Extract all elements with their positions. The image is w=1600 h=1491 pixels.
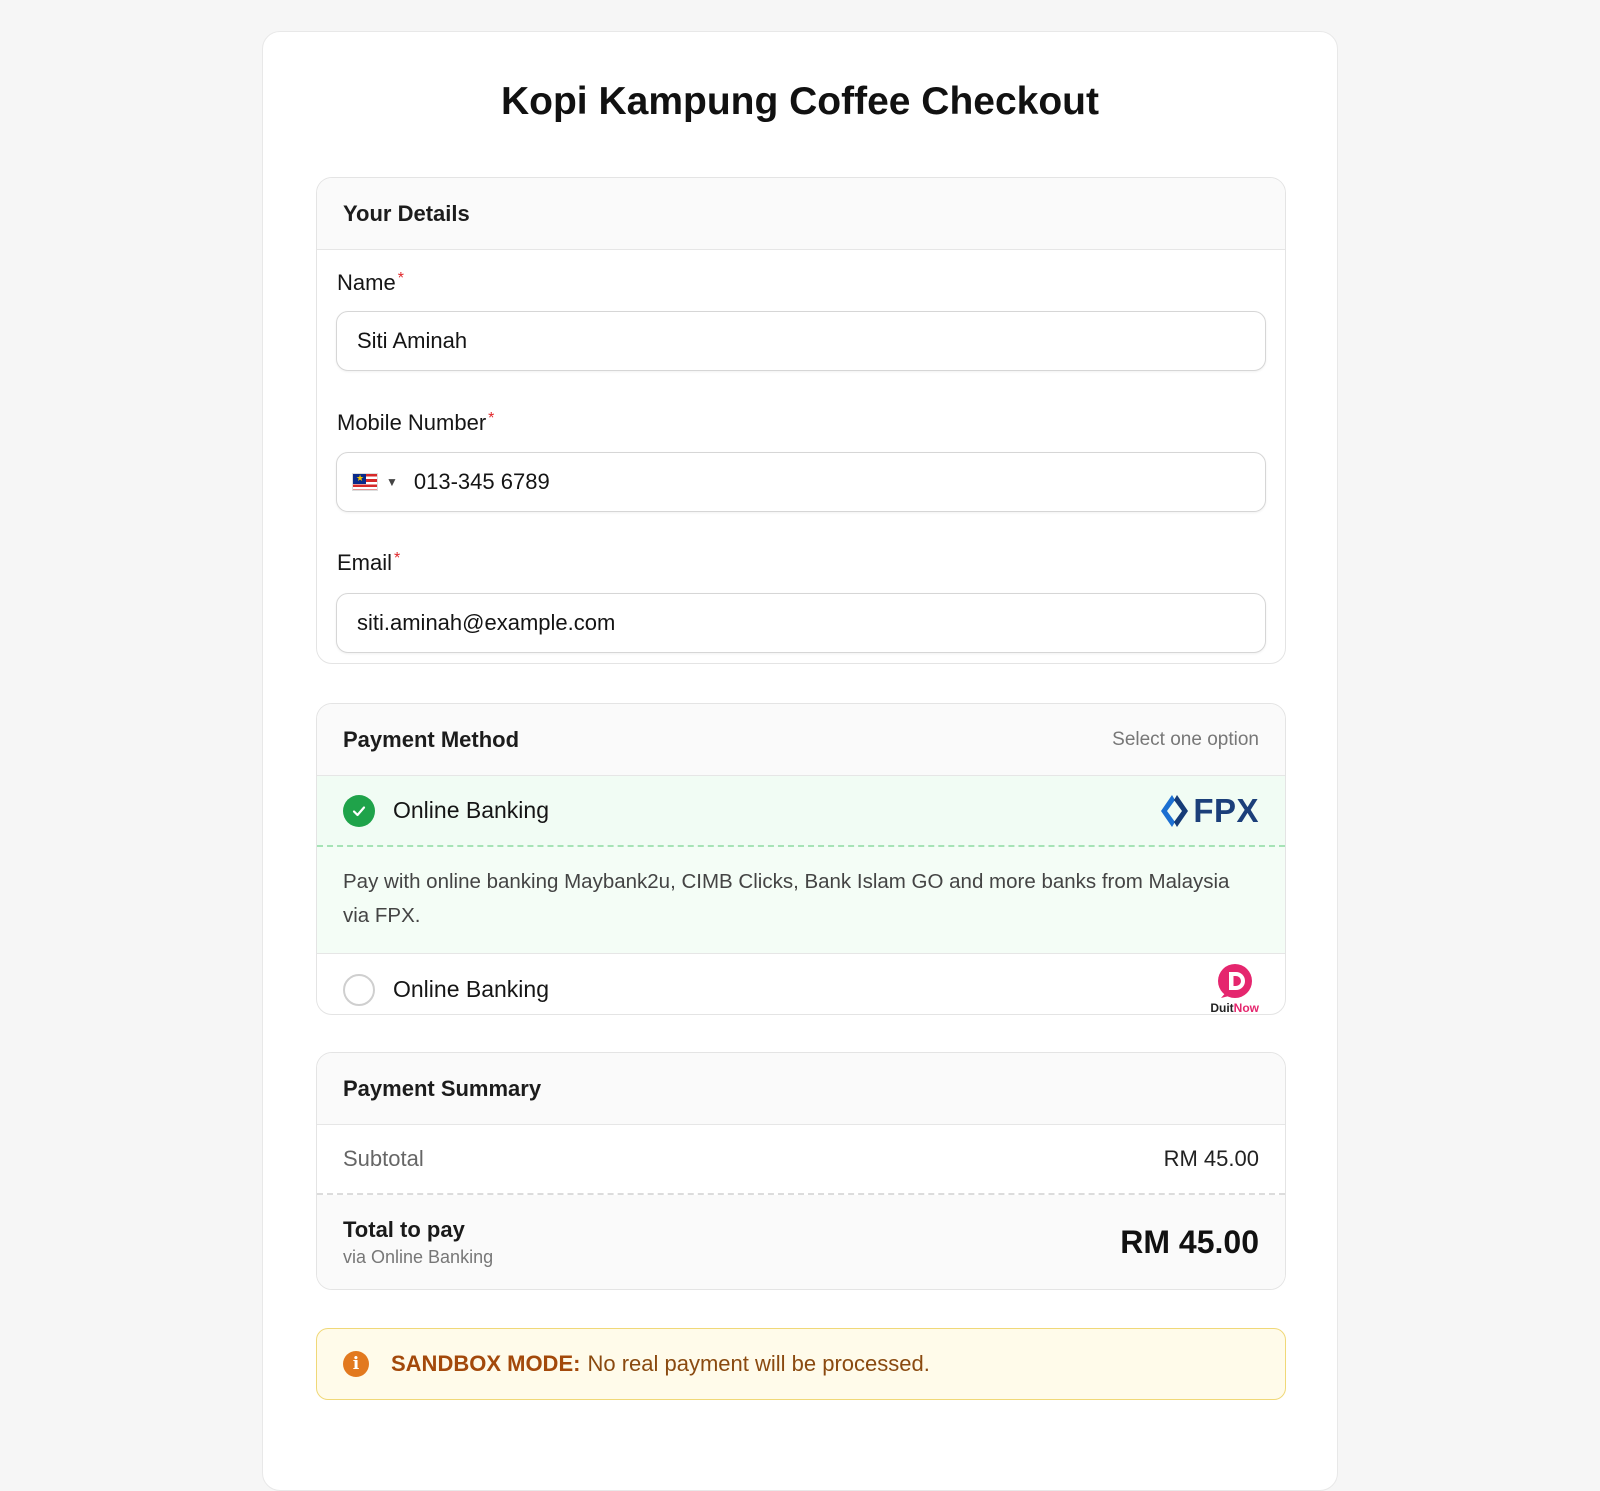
payment-section: Payment Method Select one option Online … (316, 703, 1286, 1015)
page-title: Kopi Kampung Coffee Checkout (500, 80, 1099, 123)
duitnow-logo-icon: DuitNow (1210, 962, 1259, 1015)
checkout-card: Kopi Kampung Coffee Checkout Your Detail… (262, 31, 1338, 1491)
details-header: Your Details (317, 178, 1285, 250)
summary-section: Payment Summary Subtotal RM 45.00 Total … (316, 1052, 1286, 1290)
payment-title: Payment Method (343, 726, 520, 752)
subtotal-value: RM 45.00 (1163, 1146, 1259, 1171)
summary-header: Payment Summary (317, 1053, 1285, 1125)
fpx-description: Pay with online banking Maybank2u, CIMB … (317, 847, 1285, 954)
total-row: Total to pay via Online Banking RM 45.00 (317, 1195, 1285, 1289)
payment-header: Payment Method Select one option (317, 704, 1285, 776)
summary-title: Payment Summary (343, 1075, 542, 1101)
payment-option-label: Online Banking (393, 797, 549, 823)
subtotal-row: Subtotal RM 45.00 (317, 1125, 1285, 1195)
sandbox-notice: i SANDBOX MODE: No real payment will be … (316, 1328, 1286, 1400)
mobile-input[interactable]: ★ ▼ 013-345 6789 (336, 452, 1266, 512)
total-method: via Online Banking (343, 1246, 494, 1267)
duitnow-logo-text: DuitNow (1210, 1001, 1259, 1015)
radio-checked-icon[interactable] (343, 794, 375, 827)
fpx-logo-icon: FPX (1160, 792, 1259, 830)
country-dropdown-caret-icon[interactable]: ▼ (386, 475, 398, 489)
name-input[interactable]: Siti Aminah (336, 311, 1266, 371)
malaysia-flag-icon[interactable]: ★ (352, 473, 378, 491)
total-value: RM 45.00 (1120, 1223, 1259, 1260)
payment-option-fpx[interactable]: Online Banking FPX (317, 776, 1285, 847)
email-value: siti.aminah@example.com (357, 610, 616, 635)
name-label: Name * (337, 270, 404, 295)
info-icon: i (343, 1351, 369, 1377)
payment-hint: Select one option (1112, 728, 1259, 750)
mobile-label: Mobile Number * (337, 410, 495, 435)
required-mark: * (397, 270, 404, 287)
total-label: Total to pay (343, 1216, 465, 1242)
payment-option-duitnow[interactable]: Online Banking DuitNow (317, 954, 1285, 1015)
sandbox-label: SANDBOX MODE: (391, 1351, 581, 1376)
sandbox-text: No real payment will be processed. (587, 1351, 930, 1376)
required-mark: * (394, 550, 401, 567)
email-label: Email * (337, 550, 401, 575)
fpx-logo-text: FPX (1193, 792, 1259, 829)
name-value: Siti Aminah (357, 328, 468, 353)
mobile-value: 013-345 6789 (413, 469, 550, 494)
required-mark: * (488, 410, 495, 427)
details-section: Your Details Name * Siti Aminah Mobile Nu… (316, 177, 1286, 664)
payment-option-label: Online Banking (393, 976, 549, 1002)
details-title: Your Details (343, 200, 470, 226)
email-input[interactable]: siti.aminah@example.com (336, 593, 1266, 653)
radio-unchecked-icon[interactable] (343, 973, 375, 1006)
subtotal-label: Subtotal (343, 1146, 424, 1171)
